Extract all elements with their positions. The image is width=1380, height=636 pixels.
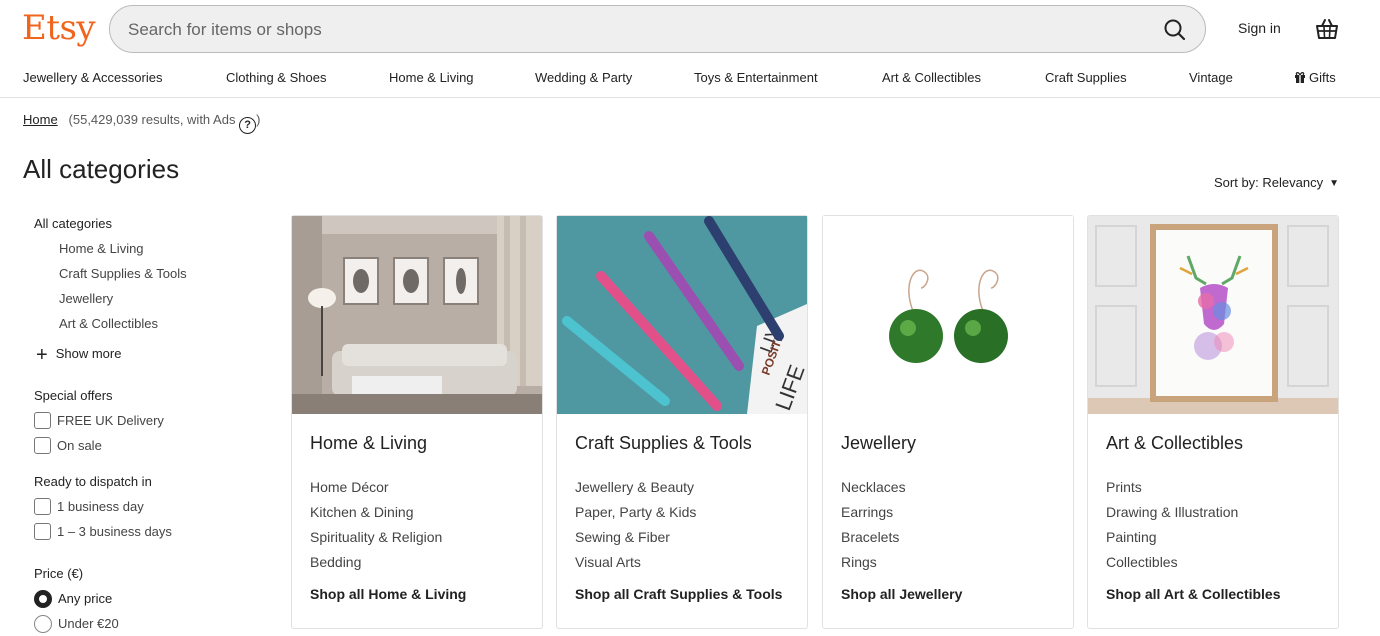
breadcrumb-home[interactable]: Home	[23, 112, 58, 127]
sort-dropdown[interactable]: Sort by: Relevancy ▼	[1214, 175, 1339, 190]
card-title[interactable]: Jewellery	[841, 433, 916, 454]
card-link[interactable]: Rings	[841, 554, 877, 570]
filter-free-delivery[interactable]: FREE UK Delivery	[34, 412, 164, 429]
filter-category-art[interactable]: Art & Collectibles	[59, 316, 158, 331]
filter-dispatch-1-day-label: 1 business day	[57, 499, 144, 514]
category-card-jewellery[interactable]: Jewellery Necklaces Earrings Bracelets R…	[822, 215, 1074, 629]
radio[interactable]	[34, 615, 52, 633]
nav-jewellery-accessories[interactable]: Jewellery & Accessories	[23, 70, 162, 85]
filter-category-craft-supplies[interactable]: Craft Supplies & Tools	[59, 266, 187, 281]
results-count: (55,429,039 results, with Ads	[68, 112, 236, 127]
plus-icon: +	[36, 344, 48, 366]
filter-free-delivery-label: FREE UK Delivery	[57, 413, 164, 428]
card-link[interactable]: Kitchen & Dining	[310, 504, 414, 520]
nav-home-living[interactable]: Home & Living	[389, 70, 474, 85]
shop-all-link[interactable]: Shop all Jewellery	[841, 586, 962, 602]
nav-vintage[interactable]: Vintage	[1189, 70, 1233, 85]
category-card-craft-supplies[interactable]: LIV POSITI LIFE Craft Supplies & Tools J…	[556, 215, 808, 629]
search-icon	[1164, 19, 1186, 41]
nav-wedding-party[interactable]: Wedding & Party	[535, 70, 632, 85]
home-living-image[interactable]	[292, 216, 542, 414]
card-link[interactable]: Sewing & Fiber	[575, 529, 670, 545]
checkbox[interactable]	[34, 437, 51, 454]
basket-icon	[1316, 19, 1338, 39]
checkbox[interactable]	[34, 498, 51, 515]
basket-button[interactable]	[1314, 16, 1340, 42]
card-title[interactable]: Art & Collectibles	[1106, 433, 1243, 454]
show-more-button[interactable]: + Show more	[36, 344, 121, 367]
gift-icon	[1295, 72, 1305, 83]
page-title: All categories	[23, 154, 180, 184]
breadcrumb: Home (55,429,039 results, with Ads ?)	[23, 112, 260, 134]
filter-on-sale[interactable]: On sale	[34, 437, 102, 454]
filter-price-any-label: Any price	[58, 591, 113, 606]
price-heading: Price (€)	[34, 566, 84, 581]
card-link[interactable]: Collectibles	[1106, 554, 1178, 570]
category-nav: Jewellery & Accessories Clothing & Shoes…	[0, 60, 1380, 98]
radio-selected[interactable]	[34, 590, 52, 608]
category-card-home-living[interactable]: Home & Living Home Décor Kitchen & Dinin…	[291, 215, 543, 629]
filter-category-home-living[interactable]: Home & Living	[59, 241, 144, 256]
checkbox[interactable]	[34, 412, 51, 429]
card-link[interactable]: Visual Arts	[575, 554, 641, 570]
nav-craft-supplies[interactable]: Craft Supplies	[1045, 70, 1127, 85]
nav-gifts[interactable]: Gifts	[1294, 70, 1336, 85]
card-link[interactable]: Earrings	[841, 504, 893, 520]
filter-all-categories[interactable]: All categories	[34, 216, 112, 231]
category-card-art-collectibles[interactable]: Art & Collectibles Prints Drawing & Illu…	[1087, 215, 1339, 629]
card-title[interactable]: Home & Living	[310, 433, 427, 454]
sign-in-link[interactable]: Sign in	[1238, 20, 1281, 36]
card-link[interactable]: Bracelets	[841, 529, 899, 545]
card-link[interactable]: Paper, Party & Kids	[575, 504, 696, 520]
filter-dispatch-1-3-days[interactable]: 1 – 3 business days	[34, 523, 172, 540]
checkbox[interactable]	[34, 523, 51, 540]
search-bar[interactable]	[109, 5, 1206, 53]
filter-on-sale-label: On sale	[57, 438, 102, 453]
etsy-logo[interactable]: Etsy	[22, 8, 96, 48]
shop-all-link[interactable]: Shop all Craft Supplies & Tools	[575, 586, 782, 602]
card-link[interactable]: Home Décor	[310, 479, 389, 495]
jewellery-image[interactable]	[823, 216, 1073, 414]
nav-toys-entertainment[interactable]: Toys & Entertainment	[694, 70, 818, 85]
filter-price-under-20-label: Under €20	[58, 616, 119, 631]
search-input[interactable]	[128, 18, 1128, 42]
art-collectibles-image[interactable]	[1088, 216, 1338, 414]
dispatch-heading: Ready to dispatch in	[34, 474, 152, 489]
caret-down-icon: ▼	[1329, 178, 1340, 189]
card-link[interactable]: Jewellery & Beauty	[575, 479, 694, 495]
help-icon[interactable]: ?	[239, 117, 257, 134]
filter-dispatch-1-3-days-label: 1 – 3 business days	[57, 524, 172, 539]
show-more-label: Show more	[55, 346, 122, 361]
craft-supplies-image[interactable]: LIV POSITI LIFE	[557, 216, 807, 414]
sort-label: Sort by: Relevancy	[1214, 175, 1324, 190]
card-link[interactable]: Spirituality & Religion	[310, 529, 442, 545]
special-offers-heading: Special offers	[34, 388, 113, 403]
nav-gifts-label: Gifts	[1309, 70, 1336, 85]
shop-all-link[interactable]: Shop all Home & Living	[310, 586, 466, 602]
card-title[interactable]: Craft Supplies & Tools	[575, 433, 752, 454]
results-close-paren: )	[256, 112, 261, 127]
filter-price-under-20[interactable]: Under €20	[34, 615, 119, 633]
card-link[interactable]: Drawing & Illustration	[1106, 504, 1238, 520]
card-link[interactable]: Painting	[1106, 529, 1157, 545]
filter-category-jewellery[interactable]: Jewellery	[59, 291, 113, 306]
card-link[interactable]: Bedding	[310, 554, 361, 570]
nav-clothing-shoes[interactable]: Clothing & Shoes	[226, 70, 326, 85]
shop-all-link[interactable]: Shop all Art & Collectibles	[1106, 586, 1281, 602]
card-link[interactable]: Necklaces	[841, 479, 906, 495]
search-button[interactable]	[1161, 16, 1189, 44]
nav-art-collectibles[interactable]: Art & Collectibles	[882, 70, 981, 85]
filter-dispatch-1-day[interactable]: 1 business day	[34, 498, 144, 515]
card-link[interactable]: Prints	[1106, 479, 1142, 495]
filter-price-any[interactable]: Any price	[34, 590, 112, 608]
site-header: Etsy Sign in	[0, 0, 1380, 58]
